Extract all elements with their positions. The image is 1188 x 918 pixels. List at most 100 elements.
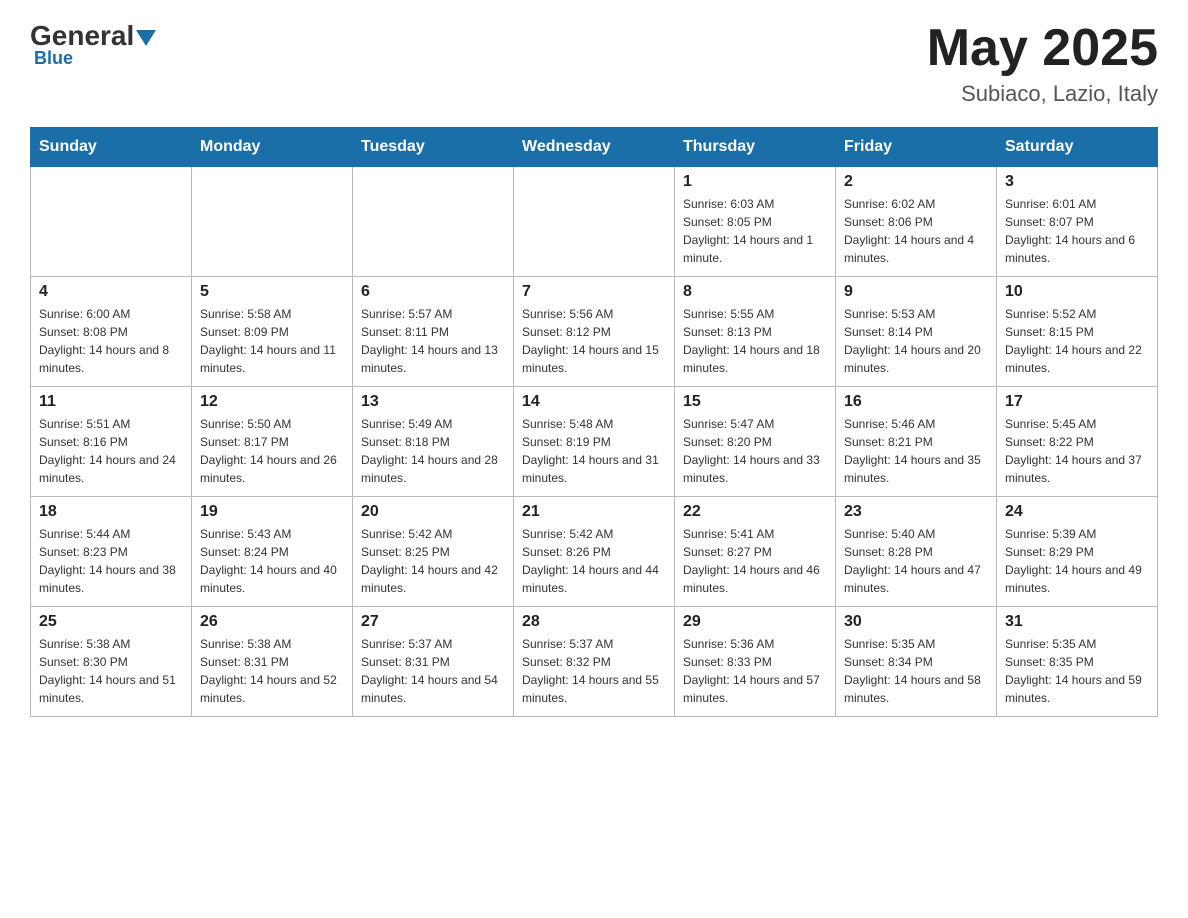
- day-info: Sunrise: 5:35 AM Sunset: 8:35 PM Dayligh…: [1005, 635, 1149, 707]
- calendar-week-row: 25Sunrise: 5:38 AM Sunset: 8:30 PM Dayli…: [31, 607, 1158, 717]
- table-row: [353, 167, 514, 277]
- day-info: Sunrise: 5:36 AM Sunset: 8:33 PM Dayligh…: [683, 635, 827, 707]
- calendar-week-row: 11 Sunrise: 5:51 AM Sunset: 8:16 PM Dayli…: [31, 387, 1158, 497]
- table-row: 17 Sunrise: 5:45 AM Sunset: 8:22 PM Dayli…: [997, 387, 1158, 497]
- day-info: Sunrise: 5:35 AM Sunset: 8:34 PM Dayligh…: [844, 635, 988, 707]
- day-number: 7: [522, 283, 666, 301]
- table-row: 20 Sunrise: 5:42 AM Sunset: 8:25 PM Dayli…: [353, 497, 514, 607]
- day-number: 5: [200, 283, 344, 301]
- day-number: 8: [683, 283, 827, 301]
- table-row: 22Sunrise: 5:41 AM Sunset: 8:27 PM Dayli…: [675, 497, 836, 607]
- calendar-week-row: 18Sunrise: 5:44 AM Sunset: 8:23 PM Dayli…: [31, 497, 1158, 607]
- day-info: Sunrise: 5:43 AM Sunset: 8:24 PM Dayligh…: [200, 525, 344, 597]
- calendar-week-row: 4 Sunrise: 6:00 AM Sunset: 8:08 PM Daylig…: [31, 277, 1158, 387]
- day-number: 9: [844, 283, 988, 301]
- table-row: 28Sunrise: 5:37 AM Sunset: 8:32 PM Dayli…: [514, 607, 675, 717]
- table-row: 3 Sunrise: 6:01 AM Sunset: 8:07 PM Daylig…: [997, 167, 1158, 277]
- table-row: 18Sunrise: 5:44 AM Sunset: 8:23 PM Dayli…: [31, 497, 192, 607]
- table-row: 25Sunrise: 5:38 AM Sunset: 8:30 PM Dayli…: [31, 607, 192, 717]
- table-row: [514, 167, 675, 277]
- day-header-row: Sunday Monday Tuesday Wednesday Thursday…: [31, 128, 1158, 167]
- table-row: 4 Sunrise: 6:00 AM Sunset: 8:08 PM Daylig…: [31, 277, 192, 387]
- day-number: 26: [200, 613, 344, 631]
- col-tuesday: Tuesday: [353, 128, 514, 167]
- day-info: Sunrise: 6:00 AM Sunset: 8:08 PM Dayligh…: [39, 305, 183, 377]
- day-number: 28: [522, 613, 666, 631]
- day-number: 6: [361, 283, 505, 301]
- table-row: 24 Sunrise: 5:39 AM Sunset: 8:29 PM Dayli…: [997, 497, 1158, 607]
- calendar-body: 1 Sunrise: 6:03 AM Sunset: 8:05 PM Daylig…: [31, 167, 1158, 717]
- day-number: 18: [39, 503, 183, 521]
- day-info: Sunrise: 5:41 AM Sunset: 8:27 PM Dayligh…: [683, 525, 827, 597]
- day-number: 15: [683, 393, 827, 411]
- day-info: Sunrise: 5:53 AM Sunset: 8:14 PM Dayligh…: [844, 305, 988, 377]
- day-info: Sunrise: 5:58 AM Sunset: 8:09 PM Dayligh…: [200, 305, 344, 377]
- day-info: Sunrise: 5:50 AM Sunset: 8:17 PM Dayligh…: [200, 415, 344, 487]
- day-number: 30: [844, 613, 988, 631]
- page-header: General Blue May 2025 Subiaco, Lazio, It…: [30, 20, 1158, 107]
- day-number: 19: [200, 503, 344, 521]
- day-info: Sunrise: 5:39 AM Sunset: 8:29 PM Dayligh…: [1005, 525, 1149, 597]
- table-row: 2 Sunrise: 6:02 AM Sunset: 8:06 PM Daylig…: [836, 167, 997, 277]
- calendar-week-row: 1 Sunrise: 6:03 AM Sunset: 8:05 PM Daylig…: [31, 167, 1158, 277]
- day-info: Sunrise: 5:47 AM Sunset: 8:20 PM Dayligh…: [683, 415, 827, 487]
- calendar-header: Sunday Monday Tuesday Wednesday Thursday…: [31, 128, 1158, 167]
- table-row: 29 Sunrise: 5:36 AM Sunset: 8:33 PM Dayli…: [675, 607, 836, 717]
- day-info: Sunrise: 5:48 AM Sunset: 8:19 PM Dayligh…: [522, 415, 666, 487]
- table-row: 15 Sunrise: 5:47 AM Sunset: 8:20 PM Dayli…: [675, 387, 836, 497]
- table-row: [31, 167, 192, 277]
- day-info: Sunrise: 5:56 AM Sunset: 8:12 PM Dayligh…: [522, 305, 666, 377]
- table-row: 13 Sunrise: 5:49 AM Sunset: 8:18 PM Dayli…: [353, 387, 514, 497]
- day-info: Sunrise: 5:55 AM Sunset: 8:13 PM Dayligh…: [683, 305, 827, 377]
- day-info: Sunrise: 5:52 AM Sunset: 8:15 PM Dayligh…: [1005, 305, 1149, 377]
- table-row: 26Sunrise: 5:38 AM Sunset: 8:31 PM Dayli…: [192, 607, 353, 717]
- day-info: Sunrise: 6:02 AM Sunset: 8:06 PM Dayligh…: [844, 195, 988, 267]
- day-info: Sunrise: 5:40 AM Sunset: 8:28 PM Dayligh…: [844, 525, 988, 597]
- table-row: 27Sunrise: 5:37 AM Sunset: 8:31 PM Dayli…: [353, 607, 514, 717]
- table-row: 5 Sunrise: 5:58 AM Sunset: 8:09 PM Daylig…: [192, 277, 353, 387]
- day-number: 11: [39, 393, 183, 411]
- day-info: Sunrise: 5:49 AM Sunset: 8:18 PM Dayligh…: [361, 415, 505, 487]
- logo: General Blue: [30, 20, 156, 69]
- day-number: 16: [844, 393, 988, 411]
- day-number: 10: [1005, 283, 1149, 301]
- day-number: 21: [522, 503, 666, 521]
- table-row: 7 Sunrise: 5:56 AM Sunset: 8:12 PM Daylig…: [514, 277, 675, 387]
- day-number: 31: [1005, 613, 1149, 631]
- day-number: 20: [361, 503, 505, 521]
- table-row: 1 Sunrise: 6:03 AM Sunset: 8:05 PM Daylig…: [675, 167, 836, 277]
- day-info: Sunrise: 5:38 AM Sunset: 8:30 PM Dayligh…: [39, 635, 183, 707]
- table-row: 8 Sunrise: 5:55 AM Sunset: 8:13 PM Daylig…: [675, 277, 836, 387]
- day-info: Sunrise: 5:51 AM Sunset: 8:16 PM Dayligh…: [39, 415, 183, 487]
- table-row: 31 Sunrise: 5:35 AM Sunset: 8:35 PM Dayli…: [997, 607, 1158, 717]
- day-info: Sunrise: 5:37 AM Sunset: 8:31 PM Dayligh…: [361, 635, 505, 707]
- col-friday: Friday: [836, 128, 997, 167]
- calendar-title: May 2025: [927, 20, 1158, 77]
- day-number: 24: [1005, 503, 1149, 521]
- calendar-subtitle: Subiaco, Lazio, Italy: [927, 81, 1158, 107]
- day-number: 12: [200, 393, 344, 411]
- day-info: Sunrise: 5:45 AM Sunset: 8:22 PM Dayligh…: [1005, 415, 1149, 487]
- table-row: 19 Sunrise: 5:43 AM Sunset: 8:24 PM Dayli…: [192, 497, 353, 607]
- day-number: 2: [844, 173, 988, 191]
- day-info: Sunrise: 5:42 AM Sunset: 8:25 PM Dayligh…: [361, 525, 505, 597]
- day-number: 13: [361, 393, 505, 411]
- col-wednesday: Wednesday: [514, 128, 675, 167]
- day-number: 3: [1005, 173, 1149, 191]
- table-row: [192, 167, 353, 277]
- day-info: Sunrise: 6:01 AM Sunset: 8:07 PM Dayligh…: [1005, 195, 1149, 267]
- logo-triangle-icon: [136, 30, 156, 46]
- logo-blue: Blue: [34, 48, 156, 69]
- day-number: 1: [683, 173, 827, 191]
- day-number: 17: [1005, 393, 1149, 411]
- table-row: 10 Sunrise: 5:52 AM Sunset: 8:15 PM Dayli…: [997, 277, 1158, 387]
- day-number: 4: [39, 283, 183, 301]
- table-row: 16Sunrise: 5:46 AM Sunset: 8:21 PM Dayli…: [836, 387, 997, 497]
- table-row: 21Sunrise: 5:42 AM Sunset: 8:26 PM Dayli…: [514, 497, 675, 607]
- day-number: 29: [683, 613, 827, 631]
- day-number: 23: [844, 503, 988, 521]
- title-block: May 2025 Subiaco, Lazio, Italy: [927, 20, 1158, 107]
- table-row: 9 Sunrise: 5:53 AM Sunset: 8:14 PM Daylig…: [836, 277, 997, 387]
- table-row: 11 Sunrise: 5:51 AM Sunset: 8:16 PM Dayli…: [31, 387, 192, 497]
- day-info: Sunrise: 6:03 AM Sunset: 8:05 PM Dayligh…: [683, 195, 827, 267]
